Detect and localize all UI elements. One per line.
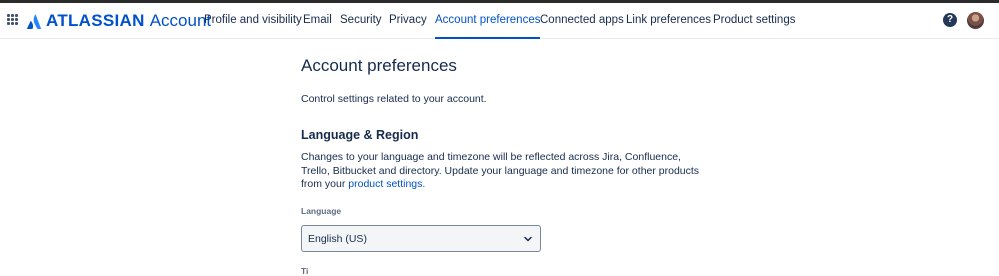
page-intro: Control settings related to your account… (301, 93, 487, 105)
section-description: Changes to your language and timezone wi… (301, 151, 701, 192)
top-navigation: ATLASSIAN Account Profile and visibility… (0, 3, 999, 39)
nav-email[interactable]: Email (303, 3, 332, 39)
language-select-value: English (US) (308, 233, 367, 245)
help-icon[interactable]: ? (943, 13, 957, 27)
nav-security[interactable]: Security (340, 3, 382, 39)
chevron-down-icon (524, 236, 532, 242)
language-select[interactable]: English (US) (301, 225, 541, 252)
brand-name: ATLASSIAN (46, 11, 145, 30)
nav-link-preferences[interactable]: Link preferences (626, 3, 711, 39)
section-title-language-region: Language & Region (301, 128, 419, 142)
nav-product-settings[interactable]: Product settings (713, 3, 795, 39)
nav-connected-apps[interactable]: Connected apps (540, 3, 624, 39)
language-label: Language (301, 206, 342, 216)
nav-account-preferences[interactable]: Account preferences (435, 3, 541, 39)
brand-product: Account (149, 11, 212, 30)
atlassian-logo-icon (27, 13, 41, 29)
avatar[interactable] (967, 12, 984, 29)
timezone-label: Ti (301, 266, 309, 276)
page-title: Account preferences (301, 56, 457, 75)
nav-profile-and-visibility[interactable]: Profile and visibility (204, 3, 302, 39)
nav-privacy[interactable]: Privacy (389, 3, 427, 39)
app-switcher-icon[interactable] (7, 14, 18, 25)
help-icon-glyph: ? (946, 14, 954, 25)
product-settings-link[interactable]: product settings. (348, 178, 425, 190)
atlassian-logo[interactable]: ATLASSIAN Account (27, 10, 211, 32)
